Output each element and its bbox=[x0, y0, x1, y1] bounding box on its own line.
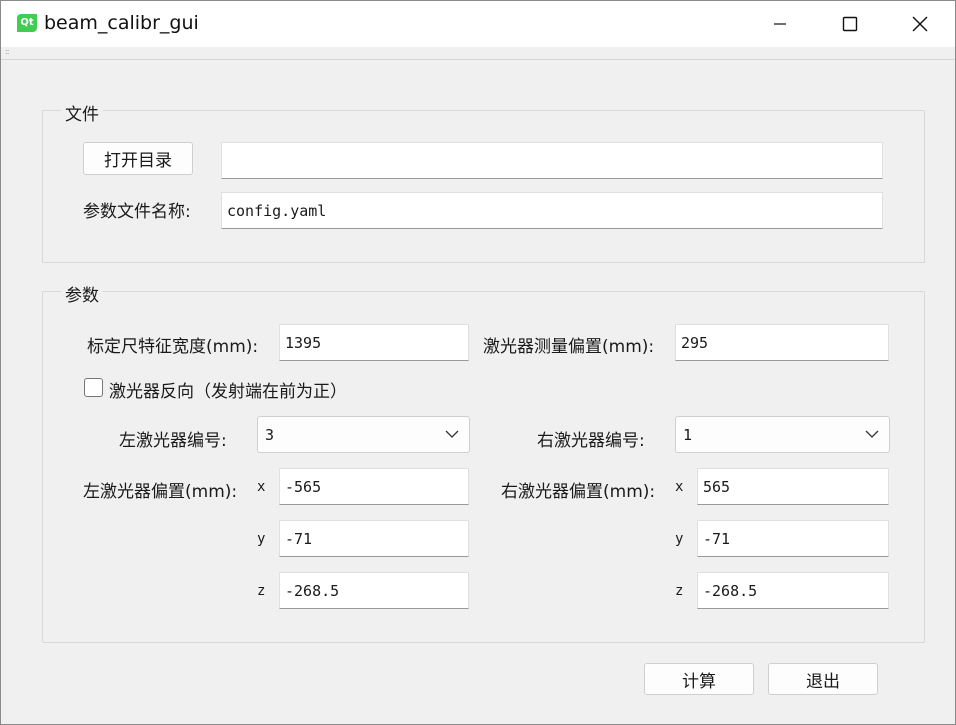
compute-button[interactable]: 计算 bbox=[644, 663, 754, 695]
toolbar-strip bbox=[1, 47, 955, 60]
param-file-label: 参数文件名称: bbox=[83, 202, 191, 222]
left-laser-id-label: 左激光器编号: bbox=[119, 431, 227, 451]
left-laser-offset-label: 左激光器偏置(mm): bbox=[83, 482, 238, 502]
minimize-icon bbox=[774, 23, 786, 25]
file-group-title: 文件 bbox=[61, 100, 103, 125]
scale-width-input[interactable]: 1395 bbox=[279, 324, 469, 361]
left-axis-y-label: y bbox=[257, 531, 266, 547]
toolbar-grip-icon[interactable]: :: bbox=[5, 47, 10, 56]
left-offset-x-input[interactable]: -565 bbox=[279, 468, 469, 505]
laser-reverse-label: 激光器反向（发射端在前为正） bbox=[109, 382, 347, 402]
chevron-down-icon bbox=[445, 430, 459, 438]
close-button[interactable] bbox=[885, 1, 955, 47]
left-axis-x-label: x bbox=[257, 479, 266, 495]
left-laser-id-value: 3 bbox=[265, 425, 275, 444]
maximize-button[interactable] bbox=[815, 1, 885, 47]
qt-logo-icon: Qt bbox=[17, 14, 37, 32]
laser-reverse-checkbox[interactable] bbox=[84, 378, 103, 397]
laser-offset-input[interactable]: 295 bbox=[675, 324, 889, 361]
left-axis-z-label: z bbox=[257, 583, 266, 599]
directory-path-input[interactable] bbox=[221, 142, 883, 179]
right-laser-id-select[interactable]: 1 bbox=[675, 416, 890, 453]
laser-offset-label: 激光器测量偏置(mm): bbox=[483, 337, 655, 357]
right-axis-x-label: x bbox=[675, 479, 684, 495]
chevron-down-icon bbox=[865, 430, 879, 438]
file-group bbox=[42, 110, 925, 263]
right-laser-id-value: 1 bbox=[683, 425, 693, 444]
param-file-input[interactable]: config.yaml bbox=[221, 192, 883, 229]
window-title: beam_calibr_gui bbox=[44, 12, 199, 34]
scale-width-label: 标定尺特征宽度(mm): bbox=[87, 337, 259, 357]
right-axis-y-label: y bbox=[675, 531, 684, 547]
right-axis-z-label: z bbox=[675, 583, 684, 599]
param-group-title: 参数 bbox=[61, 281, 103, 306]
left-offset-z-input[interactable]: -268.5 bbox=[279, 572, 469, 609]
right-laser-offset-label: 右激光器偏置(mm): bbox=[501, 482, 656, 502]
right-offset-x-input[interactable]: 565 bbox=[697, 468, 889, 505]
app-window: Qt beam_calibr_gui :: 文件 打开目录 参数文件名称: co… bbox=[0, 0, 956, 725]
left-offset-y-input[interactable]: -71 bbox=[279, 520, 469, 557]
maximize-icon bbox=[842, 16, 858, 32]
title-bar: Qt beam_calibr_gui bbox=[1, 1, 955, 47]
right-laser-id-label: 右激光器编号: bbox=[537, 431, 645, 451]
minimize-button[interactable] bbox=[745, 1, 815, 47]
right-offset-z-input[interactable]: -268.5 bbox=[697, 572, 889, 609]
right-offset-y-input[interactable]: -71 bbox=[697, 520, 889, 557]
exit-button[interactable]: 退出 bbox=[768, 663, 878, 695]
close-icon bbox=[912, 16, 928, 32]
left-laser-id-select[interactable]: 3 bbox=[257, 416, 470, 453]
open-directory-button[interactable]: 打开目录 bbox=[83, 142, 193, 175]
